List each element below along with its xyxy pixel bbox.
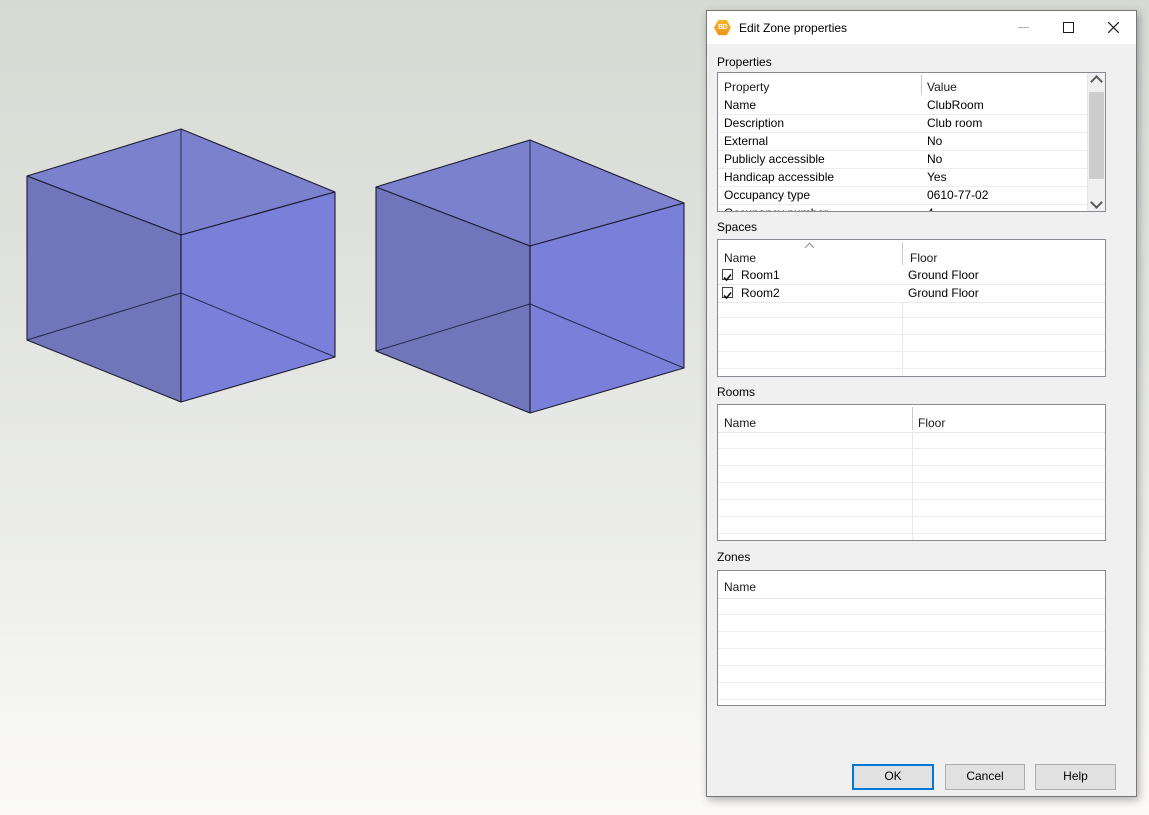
property-name: Occupancy type — [724, 187, 810, 204]
property-row[interactable]: Handicap accessible Yes — [718, 169, 1087, 187]
zones-table: Name — [717, 570, 1106, 706]
edit-zone-properties-dialog: BD Edit Zone properties Properties — [706, 10, 1137, 797]
minimize-icon — [1018, 22, 1029, 33]
check-icon — [723, 273, 732, 282]
spaces-table: Name Floor Room1 Ground Floor — [717, 239, 1106, 377]
property-value: No — [927, 151, 942, 168]
spaces-rows: Room1 Ground Floor Room2 Ground Floor — [718, 267, 1105, 303]
property-value: 0610-77-02 — [927, 187, 988, 204]
zone-box-1[interactable] — [27, 129, 335, 402]
property-name: Handicap accessible — [724, 169, 834, 186]
column-header-value[interactable]: Value — [927, 80, 957, 94]
property-value: Club room — [927, 115, 982, 132]
header-divider — [921, 75, 922, 95]
property-name: Description — [724, 115, 784, 132]
space-floor: Ground Floor — [908, 285, 979, 302]
space-checkbox-checked[interactable] — [722, 287, 733, 298]
chevron-down-icon — [1090, 196, 1103, 209]
empty-rows-grid — [718, 432, 1105, 540]
property-name: Occupancy number — [724, 205, 828, 211]
property-row[interactable]: Occupancy number 4 — [718, 205, 1087, 211]
app-icon: BD — [714, 20, 731, 36]
properties-table: Property Value Name ClubRoom Description… — [717, 72, 1106, 212]
column-header-name[interactable]: Name — [724, 580, 756, 594]
rooms-table-header: Name Floor — [718, 405, 1105, 433]
help-button[interactable]: Help — [1035, 764, 1116, 790]
spaces-label: Spaces — [717, 220, 757, 234]
minimize-button[interactable] — [1001, 11, 1046, 44]
property-name: External — [724, 133, 768, 150]
dialog-title: Edit Zone properties — [739, 21, 847, 35]
space-row[interactable]: Room1 Ground Floor — [718, 267, 1105, 285]
properties-rows: Name ClubRoom Description Club room Exte… — [718, 97, 1087, 211]
chevron-up-icon — [1090, 75, 1103, 88]
property-row[interactable]: Description Club room — [718, 115, 1087, 133]
check-icon — [723, 291, 732, 300]
scroll-up-button[interactable] — [1088, 73, 1105, 90]
property-value: ClubRoom — [927, 97, 984, 114]
property-value: 4 — [927, 205, 934, 211]
close-icon — [1108, 22, 1119, 33]
properties-scrollbar[interactable] — [1087, 73, 1105, 211]
property-name: Publicly accessible — [724, 151, 825, 168]
property-value: Yes — [927, 169, 947, 186]
property-row[interactable]: Occupancy type 0610-77-02 — [718, 187, 1087, 205]
space-name: Room2 — [741, 285, 780, 302]
cancel-button[interactable]: Cancel — [945, 764, 1025, 790]
space-row[interactable]: Room2 Ground Floor — [718, 285, 1105, 303]
property-row[interactable]: Name ClubRoom — [718, 97, 1087, 115]
column-header-property[interactable]: Property — [724, 80, 769, 94]
column-header-floor[interactable]: Floor — [910, 251, 937, 265]
column-header-name[interactable]: Name — [724, 416, 756, 430]
empty-rows-grid — [718, 598, 1105, 705]
header-divider — [902, 242, 903, 265]
column-header-name[interactable]: Name — [724, 251, 756, 265]
space-floor: Ground Floor — [908, 267, 979, 284]
maximize-button[interactable] — [1046, 11, 1091, 44]
sort-ascending-icon — [805, 243, 815, 253]
close-button[interactable] — [1091, 11, 1136, 44]
property-name: Name — [724, 97, 756, 114]
property-value: No — [927, 133, 942, 150]
property-row[interactable]: External No — [718, 133, 1087, 151]
maximize-icon — [1063, 22, 1074, 33]
property-row[interactable]: Publicly accessible No — [718, 151, 1087, 169]
space-checkbox-checked[interactable] — [722, 269, 733, 280]
zone-box-2[interactable] — [376, 140, 684, 413]
rooms-label: Rooms — [717, 385, 755, 399]
zones-table-header: Name — [718, 571, 1105, 599]
rooms-table: Name Floor — [717, 404, 1106, 541]
ok-button[interactable]: OK — [852, 764, 934, 790]
header-divider — [912, 407, 913, 430]
zones-label: Zones — [717, 550, 750, 564]
dialog-titlebar[interactable]: BD Edit Zone properties — [707, 11, 1136, 44]
properties-label: Properties — [717, 55, 772, 69]
column-header-floor[interactable]: Floor — [918, 416, 945, 430]
properties-table-header: Property Value — [718, 73, 1105, 98]
spaces-table-header: Name Floor — [718, 240, 1105, 268]
space-name: Room1 — [741, 267, 780, 284]
scroll-down-button[interactable] — [1088, 194, 1105, 211]
scrollbar-thumb[interactable] — [1089, 92, 1104, 179]
